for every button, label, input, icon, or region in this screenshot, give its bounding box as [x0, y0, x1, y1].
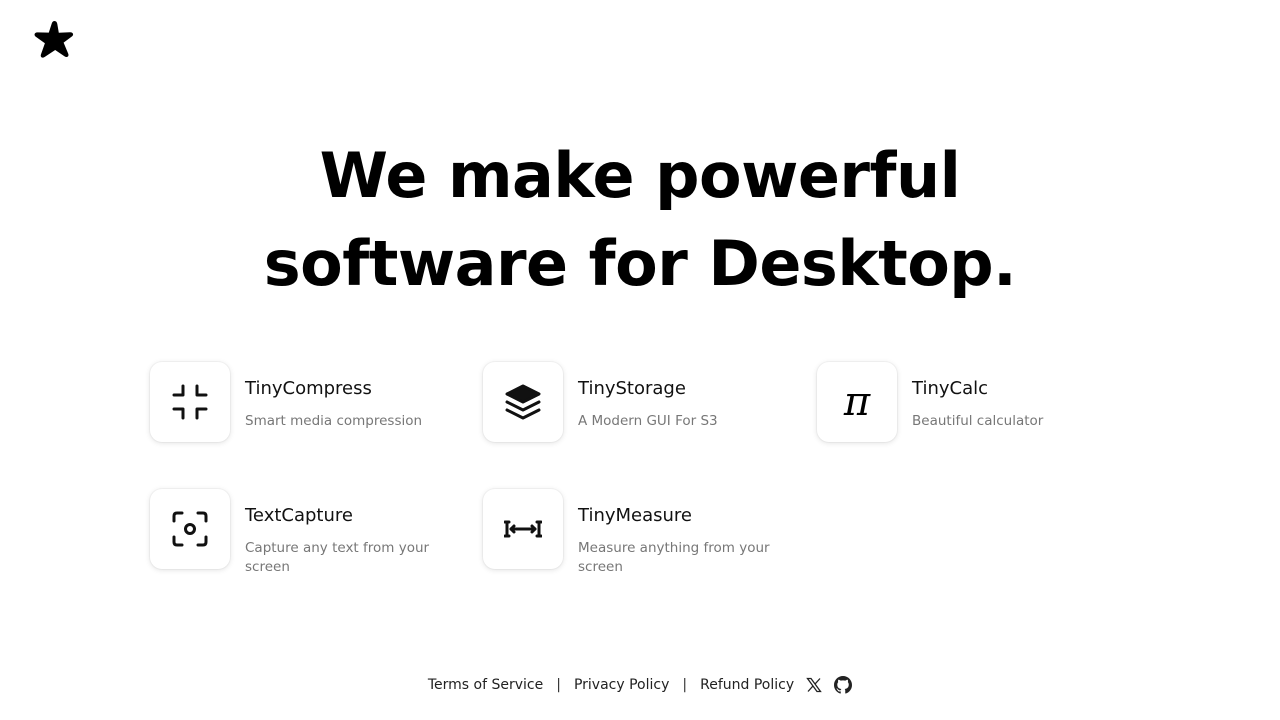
github-icon[interactable] [834, 676, 853, 694]
footer-separator: | [682, 677, 688, 693]
product-card-tinystorage[interactable]: TinyStorage A Modern GUI For S3 [483, 362, 778, 442]
product-tile [150, 362, 230, 442]
product-name: TinyStorage [578, 378, 686, 399]
compress-icon [172, 384, 208, 420]
layers-icon [505, 384, 541, 420]
product-description: Beautiful calculator [912, 413, 1044, 429]
product-description: Capture any text from your screen [245, 540, 430, 575]
x-icon[interactable] [806, 677, 822, 693]
product-card-textcapture[interactable]: TextCapture Capture any text from your s… [150, 489, 445, 577]
footer-separator: | [556, 677, 561, 693]
product-name: TinyCompress [245, 378, 372, 399]
terms-of-service-link[interactable]: Terms of Service [428, 677, 543, 693]
hero-line-2: software for Desktop. [263, 227, 1017, 300]
ruler-icon [504, 520, 542, 538]
product-description: Smart media compression [245, 413, 423, 429]
hero-headline: We make powerful software for Desktop. [0, 132, 1280, 308]
product-description: Measure anything from your screen [578, 540, 770, 575]
page: We make powerful software for Desktop. T… [0, 0, 1280, 720]
scan-icon [172, 511, 208, 547]
product-tile: π [817, 362, 897, 442]
product-tile [483, 489, 563, 569]
refund-policy-link[interactable]: Refund Policy [700, 677, 794, 693]
star-logo-icon[interactable] [32, 19, 76, 59]
privacy-policy-link[interactable]: Privacy Policy [574, 677, 669, 693]
pi-icon: π [843, 379, 871, 425]
hero-line-1: We make powerful [319, 139, 961, 212]
social-links [806, 676, 853, 694]
product-tile [483, 362, 563, 442]
product-card-tinymeasure[interactable]: TinyMeasure Measure anything from your s… [483, 489, 778, 577]
product-description: A Modern GUI For S3 [578, 413, 718, 429]
footer: Terms of Service | Privacy Policy | Refu… [0, 676, 1280, 694]
product-tile [150, 489, 230, 569]
product-name: TextCapture [245, 505, 353, 526]
product-name: TinyCalc [912, 378, 988, 399]
product-name: TinyMeasure [578, 505, 693, 526]
product-card-tinycalc[interactable]: π TinyCalc Beautiful calculator [817, 362, 1112, 442]
product-card-tinycompress[interactable]: TinyCompress Smart media compression [150, 362, 445, 442]
